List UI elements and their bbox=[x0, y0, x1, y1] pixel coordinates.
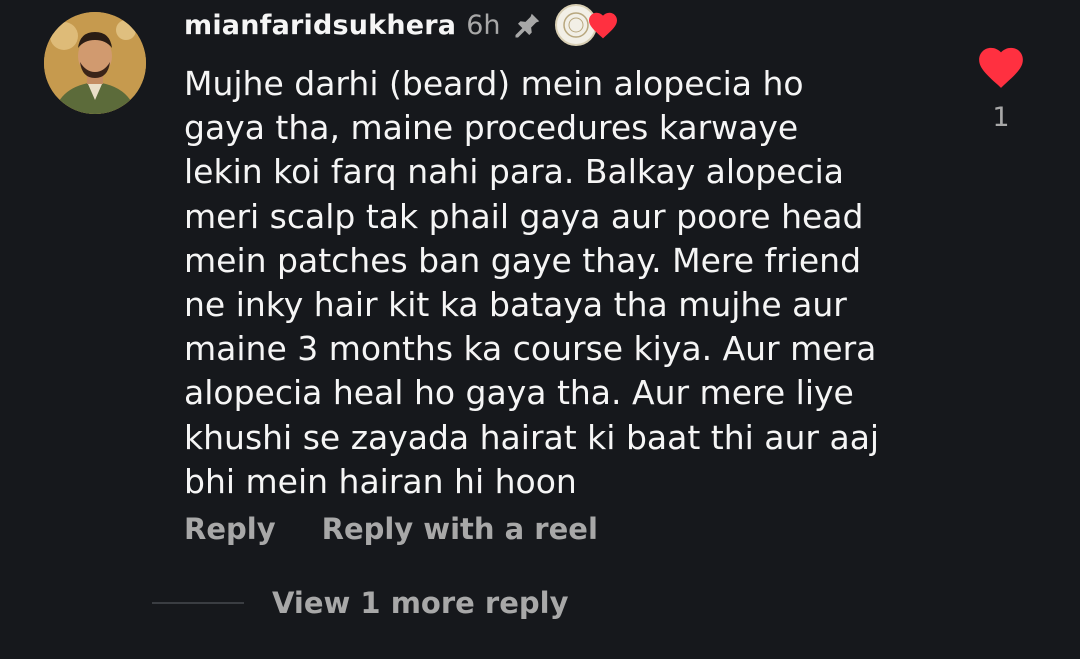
view-more-replies[interactable]: View 1 more reply bbox=[152, 586, 569, 620]
comment-item: mianfaridsukhera 6h Mujhe darhi (beard) … bbox=[0, 0, 1080, 659]
username[interactable]: mianfaridsukhera bbox=[184, 10, 456, 41]
like-heart-icon[interactable] bbox=[976, 44, 1026, 90]
creator-liked-badge bbox=[554, 2, 621, 48]
comment-line: Mujhe darhi (beard) mein alopecia ho bbox=[184, 64, 804, 103]
comment-actions: Reply Reply with a reel bbox=[184, 512, 598, 546]
comment-line: gaya tha, maine procedures karwaye bbox=[184, 108, 799, 148]
comment-line: mein patches ban gaye thay. Mere friend bbox=[184, 240, 862, 280]
creator-heart-icon bbox=[588, 12, 617, 39]
comment-line: alopecia heal ho gaya tha. Aur mere liye bbox=[184, 373, 854, 413]
comment-line: lekin koi farq nahi para. Balkay alopeci… bbox=[184, 152, 845, 192]
user-avatar[interactable] bbox=[44, 12, 146, 114]
comment-header: mianfaridsukhera 6h bbox=[184, 2, 621, 48]
view-more-replies-label[interactable]: View 1 more reply bbox=[272, 586, 569, 620]
reply-with-reel-button[interactable]: Reply with a reel bbox=[322, 512, 598, 546]
comment-line: ne inky hair kit ka bataya tha mujhe aur bbox=[184, 285, 847, 325]
reply-button[interactable]: Reply bbox=[184, 512, 276, 546]
comment-text: Mujhe darhi (beard) mein alopecia ho gay… bbox=[184, 62, 944, 504]
comment-line: maine 3 months ka course kiya. Aur mera bbox=[184, 329, 877, 369]
like-column: 1 bbox=[968, 44, 1034, 133]
avatar-image bbox=[44, 12, 146, 114]
comment-time: 6h bbox=[466, 9, 501, 41]
pin-icon bbox=[513, 10, 543, 40]
comment-line: meri scalp tak phail gaya aur poore head bbox=[184, 196, 864, 236]
like-count[interactable]: 1 bbox=[992, 102, 1009, 133]
reply-divider bbox=[152, 602, 244, 604]
comment-line: bhi mein hairan hi hoon bbox=[184, 461, 577, 501]
comment-line: khushi se zayada hairat ki baat thi aur … bbox=[184, 417, 880, 457]
